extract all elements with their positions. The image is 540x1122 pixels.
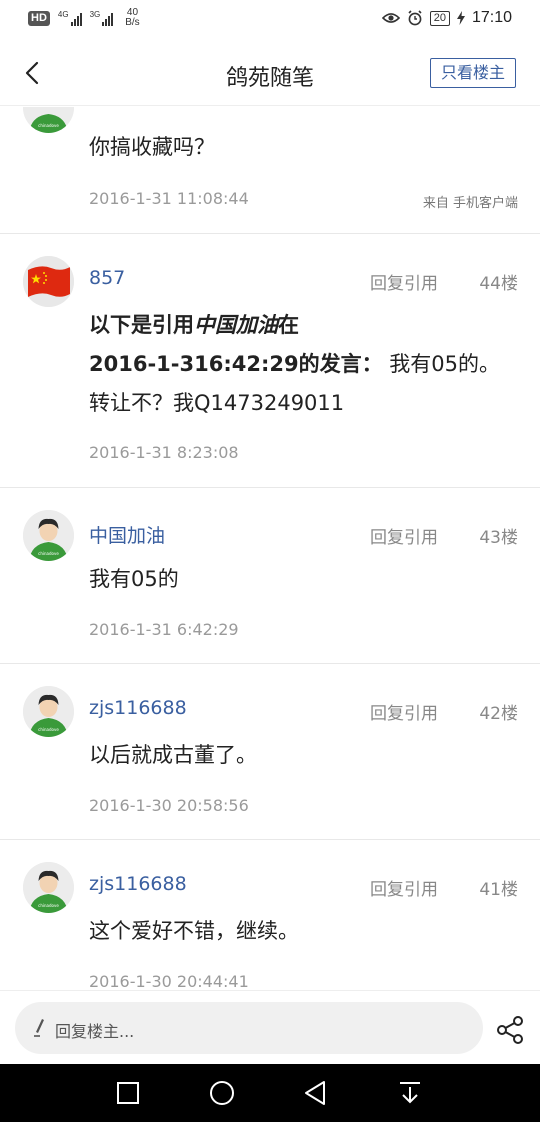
svg-text:chinadove: chinadove: [38, 727, 59, 732]
floor-number: 42楼: [479, 704, 518, 724]
post-username[interactable]: 中国加油: [89, 521, 165, 548]
system-back-button[interactable]: [301, 1078, 331, 1108]
net-speed-unit: B/s: [125, 17, 140, 28]
quote-prefix: 以下是引用: [89, 313, 194, 337]
notification-pull-button[interactable]: [395, 1078, 425, 1108]
system-nav-bar: [0, 1064, 540, 1122]
floor-number: 43楼: [479, 528, 518, 548]
reply-feed: chinadove 你搞收藏吗？ 2016-1-31 11:08:44 来自 手…: [0, 107, 540, 990]
post-item: chinadove zjs116688 回复引用 41楼 这个爱好不错，继续。 …: [0, 840, 540, 990]
status-bar: HD 4G 3G 40 B/s 20 17:10: [0, 0, 540, 40]
reply-input[interactable]: 回复楼主...: [15, 1002, 483, 1054]
floor-number: 41楼: [479, 880, 518, 900]
nav-bar: 鸽苑随笔 只看楼主: [0, 40, 540, 106]
reply-bar: 回复楼主...: [0, 990, 540, 1064]
reply-quote-button[interactable]: 回复引用: [370, 523, 438, 548]
reply-quote-button[interactable]: 回复引用: [370, 269, 438, 294]
bolt-icon: [456, 11, 465, 25]
post-item: chinadove zjs116688 回复引用 42楼 以后就成古董了。 20…: [0, 664, 540, 840]
post-item: chinadove 你搞收藏吗？ 2016-1-31 11:08:44 来自 手…: [0, 107, 540, 234]
only-op-button[interactable]: 只看楼主: [430, 58, 516, 88]
post-timestamp: 2016-1-30 20:58:56: [89, 796, 249, 815]
quote-author: 中国加油: [194, 313, 278, 337]
eye-icon: [381, 13, 400, 23]
pen-icon: [34, 1019, 44, 1037]
quote-time: 2016-1-316:42:29: [89, 352, 299, 376]
post-username[interactable]: zjs116688: [89, 697, 187, 719]
share-icon: [497, 1016, 523, 1044]
quote-suffix: 的发言：: [298, 352, 383, 376]
clock: 17:10: [471, 9, 512, 26]
post-source: 来自 手机客户端: [422, 196, 518, 211]
signal-4g-icon: 4G: [58, 10, 82, 26]
post-timestamp: 2016-1-31 6:42:29: [89, 620, 239, 639]
alarm-icon: [408, 10, 422, 26]
status-right: 20 17:10: [381, 9, 512, 27]
avatar[interactable]: chinadove: [23, 686, 74, 737]
post-username[interactable]: 857: [89, 267, 125, 289]
triangle-left-icon: [305, 1081, 325, 1105]
recents-button[interactable]: [113, 1078, 143, 1108]
reply-quote-button[interactable]: 回复引用: [370, 699, 438, 724]
post-content: 这个爱好不错，继续。: [89, 919, 299, 943]
post-timestamp: 2016-1-30 20:44:41: [89, 972, 249, 990]
square-icon: [117, 1082, 139, 1104]
hd-badge: HD: [28, 10, 50, 26]
battery-indicator: 20: [429, 10, 450, 26]
post-content: 以后就成古董了。: [89, 743, 257, 767]
net-speed: 40 B/s: [125, 8, 139, 28]
quote-mid: 在: [278, 313, 299, 337]
avatar[interactable]: chinadove: [23, 107, 74, 133]
signal-3g-icon: 3G: [90, 10, 114, 26]
svg-text:chinadove: chinadove: [38, 551, 59, 556]
reply-quote-button[interactable]: 回复引用: [370, 875, 438, 900]
post-timestamp: 2016-1-31 11:08:44: [89, 189, 249, 208]
avatar[interactable]: chinadove: [23, 510, 74, 561]
post-content: 我有05的: [89, 567, 179, 591]
post-item: 857 回复引用 44楼 以下是引用中国加油在 2016-1-316:42:29…: [0, 234, 540, 488]
circle-icon: [210, 1081, 234, 1105]
reply-placeholder: 回复楼主...: [55, 1022, 135, 1041]
avatar[interactable]: chinadove: [23, 862, 74, 913]
post-content: 以下是引用中国加油在 2016-1-316:42:29的发言： 我有05的。转让…: [89, 306, 520, 423]
post-timestamp: 2016-1-31 8:23:08: [89, 443, 239, 462]
pull-down-icon: [400, 1082, 420, 1104]
floor-number: 44楼: [479, 274, 518, 294]
status-left: HD 4G 3G 40 B/s: [28, 8, 140, 28]
share-button[interactable]: [496, 1015, 526, 1045]
home-button[interactable]: [207, 1078, 237, 1108]
post-content: 你搞收藏吗？: [89, 135, 215, 159]
svg-text:chinadove: chinadove: [38, 903, 59, 908]
post-username[interactable]: zjs116688: [89, 873, 187, 895]
avatar[interactable]: [23, 256, 74, 307]
svg-text:chinadove: chinadove: [38, 123, 59, 128]
post-item: chinadove 中国加油 回复引用 43楼 我有05的 2016-1-31 …: [0, 488, 540, 664]
